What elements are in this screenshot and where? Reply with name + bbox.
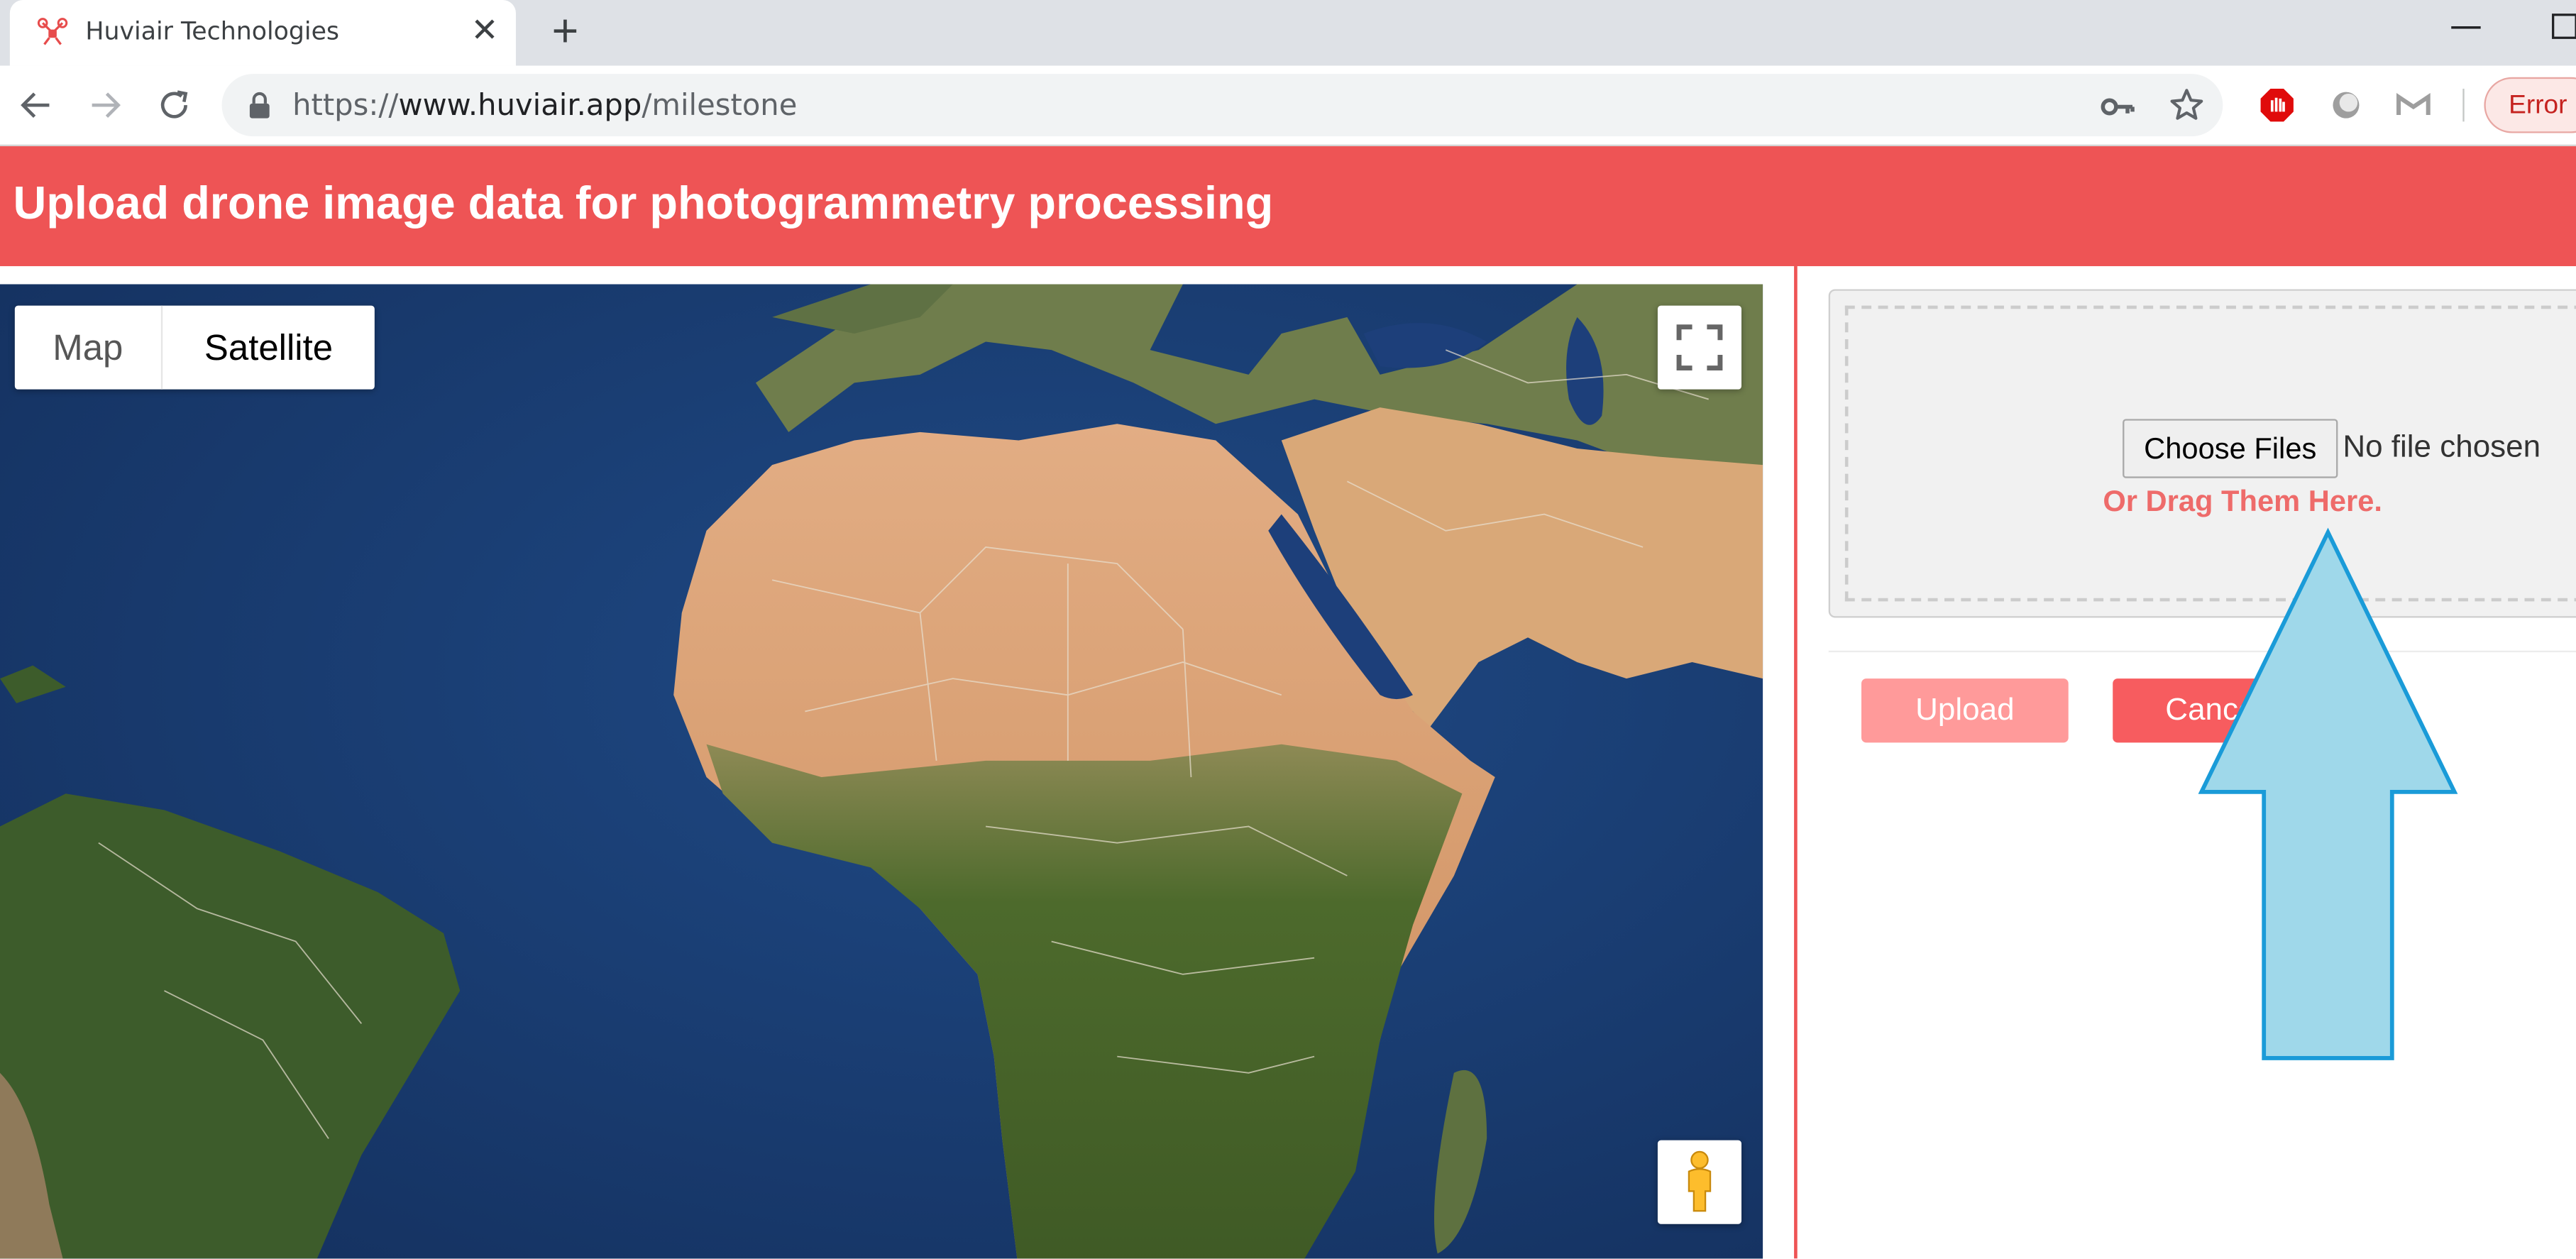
profile-error-button[interactable]: Error bbox=[2484, 77, 2576, 133]
back-icon[interactable] bbox=[16, 85, 56, 125]
map-type-control: Map Satellite bbox=[14, 305, 375, 390]
fullscreen-button[interactable] bbox=[1657, 305, 1742, 390]
mail-extension-icon[interactable] bbox=[2395, 87, 2431, 123]
satellite-map[interactable] bbox=[0, 284, 1763, 1259]
upload-button[interactable]: Upload bbox=[1861, 678, 2069, 743]
stop-extension-icon[interactable] bbox=[2259, 87, 2295, 123]
lock-icon[interactable] bbox=[246, 90, 273, 120]
minimize-icon[interactable] bbox=[2451, 26, 2481, 30]
choose-files-button[interactable]: Choose Files bbox=[2123, 419, 2338, 478]
fullscreen-icon bbox=[1676, 324, 1723, 371]
toolbar-divider bbox=[2462, 89, 2465, 122]
star-icon[interactable] bbox=[2169, 87, 2205, 123]
plus-icon[interactable]: + bbox=[542, 7, 588, 55]
url-text[interactable]: https://www.huviair.app/milestone bbox=[292, 89, 797, 125]
url-scheme: https:// bbox=[292, 89, 399, 123]
url-host: www.huviair.app bbox=[398, 89, 642, 123]
drag-hint: Or Drag Them Here. bbox=[2103, 484, 2383, 518]
browser-tab[interactable]: Huviair Technologies ✕ bbox=[9, 0, 516, 66]
map-imagery bbox=[0, 284, 1763, 1259]
browser-window: Huviair Technologies ✕ + https://www.huv… bbox=[0, 0, 2576, 1259]
forward-icon[interactable] bbox=[85, 85, 125, 125]
drone-favicon-icon bbox=[37, 18, 68, 45]
panel-divider bbox=[1794, 266, 1798, 1259]
map-type-map-button[interactable]: Map bbox=[15, 305, 163, 390]
tab-title: Huviair Technologies bbox=[85, 16, 340, 46]
no-file-status: No file chosen bbox=[2343, 430, 2541, 466]
maximize-icon[interactable] bbox=[2551, 13, 2576, 40]
page-title: Upload drone image data for photogrammet… bbox=[13, 177, 1274, 229]
close-icon[interactable]: ✕ bbox=[466, 13, 502, 50]
circle-extension-icon[interactable] bbox=[2328, 87, 2364, 123]
reload-icon[interactable] bbox=[155, 85, 194, 125]
pegman-icon bbox=[1688, 1150, 1712, 1212]
url-path: /milestone bbox=[642, 89, 798, 123]
key-icon[interactable] bbox=[2100, 89, 2136, 125]
arrow-up-annotation bbox=[2198, 527, 2458, 1060]
street-view-button[interactable] bbox=[1657, 1140, 1742, 1224]
map-type-satellite-button[interactable]: Satellite bbox=[163, 306, 375, 390]
